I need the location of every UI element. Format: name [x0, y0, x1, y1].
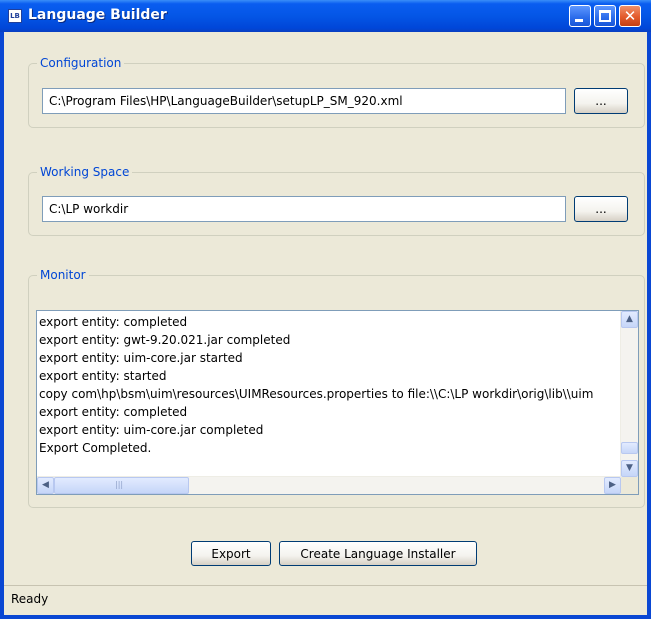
arrow-down-icon: ▼ [626, 463, 633, 473]
horizontal-scroll-thumb[interactable]: ||| [54, 477, 189, 494]
log-lines: export entity: completed export entity: … [39, 313, 617, 477]
monitor-group-title: Monitor [37, 267, 89, 283]
close-icon: ✕ [623, 7, 637, 25]
export-button[interactable]: Export [191, 541, 271, 566]
monitor-group: Monitor export entity: completed export … [28, 267, 645, 508]
app-window: LB Language Builder ✕ Configuration C:\P… [0, 0, 651, 619]
vertical-scrollbar[interactable]: ▲ ▼ [620, 311, 638, 477]
scrollbar-corner [621, 477, 638, 494]
configuration-group: Configuration C:\Program Files\HP\Langua… [28, 55, 645, 128]
status-bar: Ready [4, 585, 647, 615]
maximize-button[interactable] [594, 5, 616, 27]
window-client-area: Configuration C:\Program Files\HP\Langua… [4, 32, 647, 615]
scroll-grip-icon: ||| [115, 480, 124, 489]
working-space-browse-button[interactable]: ... [574, 196, 628, 222]
minimize-button[interactable] [569, 5, 591, 27]
log-line: copy com\hp\bsm\uim\resources\UIMResourc… [39, 387, 594, 401]
title-bar[interactable]: LB Language Builder ✕ [0, 0, 651, 32]
arrow-up-icon: ▲ [626, 314, 633, 324]
close-button[interactable]: ✕ [619, 5, 641, 27]
log-line: export entity: uim-core.jar started [39, 351, 243, 365]
create-language-installer-button[interactable]: Create Language Installer [279, 541, 477, 566]
configuration-path-field[interactable]: C:\Program Files\HP\LanguageBuilder\setu… [42, 88, 566, 114]
log-line: export entity: uim-core.jar completed [39, 423, 264, 437]
log-line: export entity: completed [39, 405, 188, 419]
configuration-group-title: Configuration [37, 55, 125, 71]
working-space-group: Working Space C:\LP workdir ... [28, 164, 645, 236]
minimize-icon [575, 19, 583, 22]
configuration-browse-button[interactable]: ... [574, 88, 628, 114]
log-line: export entity: gwt-9.20.021.jar complete… [39, 333, 291, 347]
log-line: export entity: started [39, 369, 167, 383]
status-text: Ready [11, 592, 49, 606]
working-space-group-title: Working Space [37, 164, 133, 180]
scroll-left-button[interactable]: ◀ [37, 477, 54, 494]
working-space-path-field[interactable]: C:\LP workdir [42, 196, 566, 222]
scroll-up-button[interactable]: ▲ [621, 311, 638, 328]
horizontal-scrollbar[interactable]: ◀ ||| ▶ [37, 476, 621, 494]
log-line: export entity: completed [39, 315, 188, 329]
window-title: Language Builder [28, 7, 167, 23]
scroll-down-button[interactable]: ▼ [621, 460, 638, 477]
monitor-log-area[interactable]: export entity: completed export entity: … [36, 310, 639, 495]
vertical-scroll-thumb[interactable] [621, 442, 638, 454]
log-line: Export Completed. [39, 441, 152, 455]
arrow-right-icon: ▶ [609, 480, 616, 490]
app-icon: LB [8, 9, 22, 23]
arrow-left-icon: ◀ [42, 480, 49, 490]
scroll-right-button[interactable]: ▶ [604, 477, 621, 494]
maximize-icon [599, 10, 611, 22]
